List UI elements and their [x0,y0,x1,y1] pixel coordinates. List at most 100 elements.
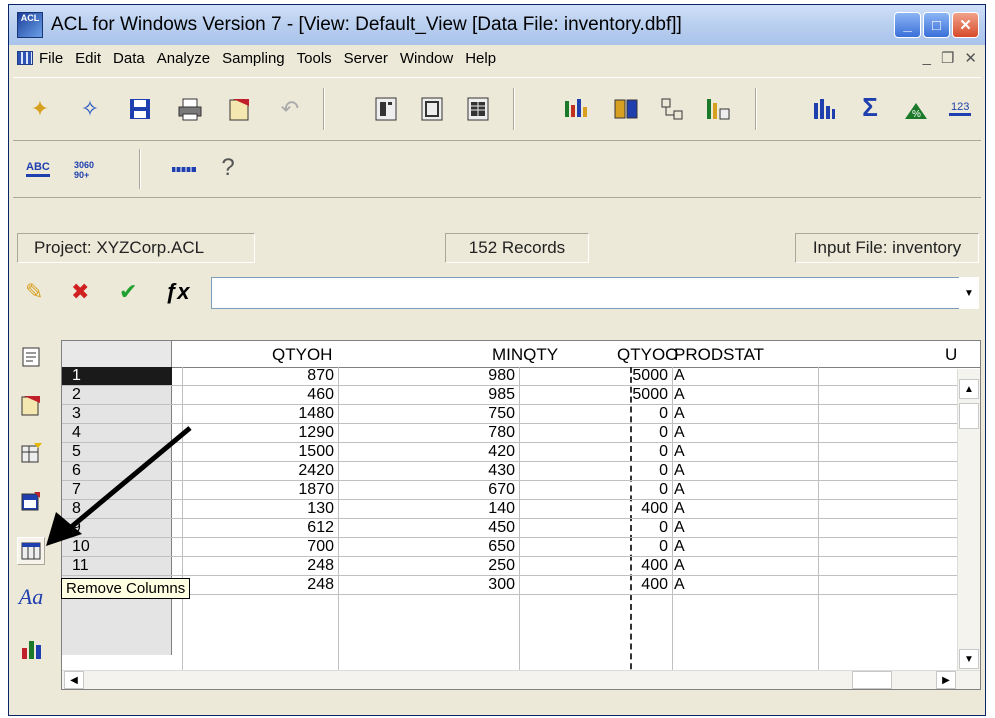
cell-minqty[interactable]: 670 [338,481,519,499]
cell-qtyoh[interactable]: 2420 [182,462,338,480]
cell-minqty[interactable]: 980 [338,367,519,385]
notes-icon[interactable] [17,343,45,371]
cell-qtyoh[interactable]: 1290 [182,424,338,442]
filter-input[interactable] [211,277,977,309]
scroll-up-button[interactable]: ▲ [959,379,979,399]
document-menu-icon[interactable] [17,51,33,65]
minimize-button[interactable]: _ [894,12,921,38]
cell-minqty[interactable]: 780 [338,424,519,442]
mdi-minimize-icon[interactable]: _ [923,49,931,67]
view-center-icon[interactable] [417,94,447,124]
cell-prodstat[interactable]: A [672,424,818,442]
remove-filter-icon[interactable]: ✖ [71,279,89,305]
cell-qtyoh[interactable]: 1500 [182,443,338,461]
count-icon[interactable]: 123 [945,94,975,124]
row-number[interactable]: 2 [62,386,172,404]
edit-filter-icon[interactable]: ✎ [25,279,43,305]
undo-icon[interactable]: ↶ [275,94,305,124]
cell-qtyoh[interactable]: 1480 [182,405,338,423]
mdi-restore-icon[interactable]: ❐ [941,49,954,67]
cell-prodstat[interactable]: A [672,405,818,423]
menu-tools[interactable]: Tools [297,50,332,67]
filter-dropdown-button[interactable]: ▼ [959,277,979,309]
table-row[interactable]: 12 248 300 400 A [62,576,980,595]
cell-minqty[interactable]: 430 [338,462,519,480]
menu-analyze[interactable]: Analyze [157,50,210,67]
cell-minqty[interactable]: 300 [338,576,519,594]
scroll-left-button[interactable]: ◀ [64,671,84,689]
cell-qtyoo[interactable]: 5000 [519,367,672,385]
column-header-qtyoh[interactable]: QTYOH [272,341,332,367]
menu-data[interactable]: Data [113,50,145,67]
menu-server[interactable]: Server [344,50,388,67]
column-header-prodstat[interactable]: PRODSTAT [674,341,764,367]
vertical-scrollbar[interactable]: ▲ ▼ [957,369,980,671]
table-row[interactable]: 11 248 250 400 A [62,557,980,576]
cell-qtyoh[interactable]: 130 [182,500,338,518]
cell-qtyoo[interactable]: 0 [519,481,672,499]
font-icon[interactable]: Aa [17,583,45,611]
view-left-icon[interactable] [371,94,401,124]
row-number-selected[interactable]: 1 [62,367,172,385]
numeric-format-icon[interactable]: 3060 90+ [71,155,101,185]
stratify-icon[interactable] [561,94,591,124]
horizontal-scrollbar[interactable]: ◀ ▶ [62,670,980,689]
percent-icon[interactable]: % [901,94,931,124]
cell-qtyoo[interactable]: 0 [519,443,672,461]
help-icon[interactable]: ? [213,153,243,183]
cell-prodstat[interactable]: A [672,538,818,556]
scroll-right-button[interactable]: ▶ [936,671,956,689]
menu-edit[interactable]: Edit [75,50,101,67]
vertical-scroll-thumb[interactable] [959,403,979,429]
maximize-button[interactable]: □ [923,12,950,38]
table-row[interactable]: 2 460 985 5000 A [62,386,980,405]
mdi-close-icon[interactable]: ✕ [964,49,977,67]
graph-icon[interactable] [17,635,45,663]
cell-prodstat[interactable]: A [672,443,818,461]
cell-prodstat[interactable]: A [672,462,818,480]
cell-prodstat[interactable]: A [672,519,818,537]
join-icon[interactable] [703,94,733,124]
column-header-qtyoo[interactable]: QTYOO [617,341,678,367]
row-number[interactable]: 11 [62,557,172,575]
save-icon[interactable] [125,94,155,124]
ruler-icon[interactable] [169,155,199,185]
cell-prodstat[interactable]: A [672,557,818,575]
apply-filter-icon[interactable]: ✔ [119,279,137,305]
scroll-down-button[interactable]: ▼ [959,649,979,669]
open-project-icon[interactable]: ✦ [25,94,55,124]
cell-minqty[interactable]: 450 [338,519,519,537]
acl-app-icon[interactable]: ACL [17,12,43,38]
cell-prodstat[interactable]: A [672,576,818,594]
cell-prodstat[interactable]: A [672,367,818,385]
close-button[interactable]: ✕ [952,12,979,38]
cell-minqty[interactable]: 140 [338,500,519,518]
cell-prodstat[interactable]: A [672,500,818,518]
cell-prodstat[interactable]: A [672,386,818,404]
statistics-icon[interactable] [809,94,839,124]
cell-qtyoo[interactable]: 400 [519,557,672,575]
cell-qtyoh[interactable]: 248 [182,576,338,594]
menu-help[interactable]: Help [465,50,496,67]
horizontal-scroll-thumb[interactable] [852,671,892,689]
table-row[interactable]: 1 870 980 5000 A [62,367,980,386]
close-project-icon[interactable]: ✧ [75,94,105,124]
cell-qtyoh[interactable]: 460 [182,386,338,404]
cell-minqty[interactable]: 250 [338,557,519,575]
cell-qtyoh[interactable]: 870 [182,367,338,385]
relate-icon[interactable] [657,94,687,124]
cell-qtyoh[interactable]: 700 [182,538,338,556]
cell-minqty[interactable]: 985 [338,386,519,404]
cell-minqty[interactable]: 750 [338,405,519,423]
menu-file[interactable]: File [39,50,63,67]
menu-sampling[interactable]: Sampling [222,50,285,67]
export-icon[interactable] [225,94,255,124]
cell-qtyoh[interactable]: 612 [182,519,338,537]
total-icon[interactable]: Σ [855,92,885,122]
export-view-icon[interactable] [17,391,45,419]
cell-qtyoo[interactable]: 0 [519,519,672,537]
cell-qtyoo[interactable]: 0 [519,538,672,556]
view-grid-icon[interactable] [463,94,493,124]
cell-qtyoo[interactable]: 400 [519,576,672,594]
classify-icon[interactable] [611,94,641,124]
